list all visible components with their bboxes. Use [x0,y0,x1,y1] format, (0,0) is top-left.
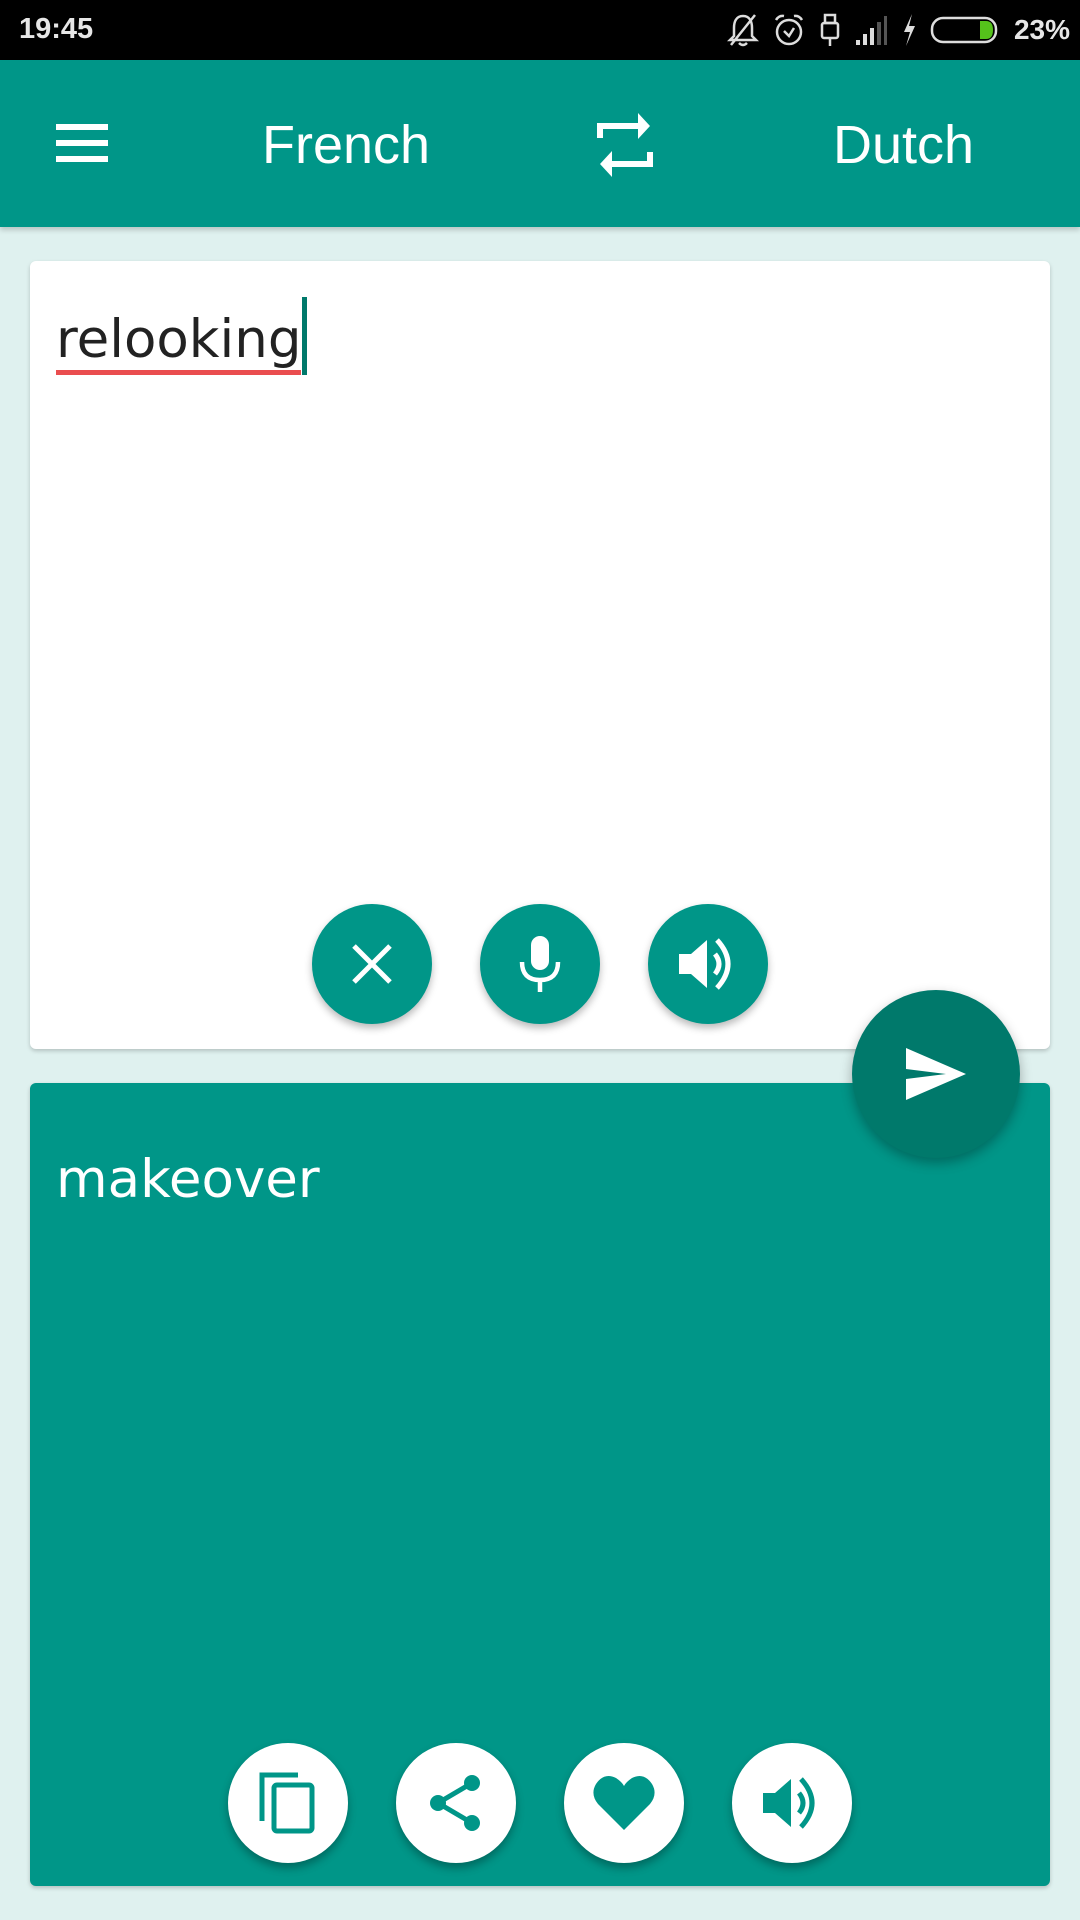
source-text-input[interactable]: relooking [56,297,308,375]
copy-icon [259,1772,315,1834]
battery-percent: 23% [1013,14,1070,45]
app-bar: French Dutch [0,60,1080,227]
swap-languages-button[interactable] [592,110,658,180]
voice-input-button[interactable] [480,904,600,1024]
battery-icon [930,16,998,44]
text-cursor [302,297,308,375]
translate-button[interactable] [852,990,1020,1158]
share-button[interactable] [396,1743,516,1863]
charging-icon [903,14,915,46]
source-language-selector[interactable]: French [262,114,430,176]
status-time: 19:45 [19,13,94,45]
speaker-icon [763,1777,815,1829]
menu-icon [56,124,108,162]
speaker-icon [679,938,731,990]
send-icon [906,1048,966,1100]
speak-input-button[interactable] [648,904,768,1024]
alarm-icon [774,14,804,46]
share-icon [430,1775,480,1831]
usb-icon [820,13,840,46]
output-card: makeover [30,1083,1050,1886]
target-language-selector[interactable]: Dutch [833,114,974,176]
source-text: relooking [56,309,302,375]
input-card: relooking [30,261,1050,1049]
signal-icon [855,16,887,45]
microphone-icon [519,936,561,992]
translated-text: makeover [56,1149,320,1210]
status-icons: 23% [726,10,1070,50]
status-bar: 19:45 23% [0,0,1080,60]
copy-button[interactable] [228,1743,348,1863]
notifications-off-icon [726,14,759,47]
menu-button[interactable] [52,118,112,166]
close-icon [352,944,392,984]
clear-button[interactable] [312,904,432,1024]
heart-icon [593,1776,655,1830]
speak-output-button[interactable] [732,1743,852,1863]
swap-languages-icon [597,113,653,177]
favorite-button[interactable] [564,1743,684,1863]
